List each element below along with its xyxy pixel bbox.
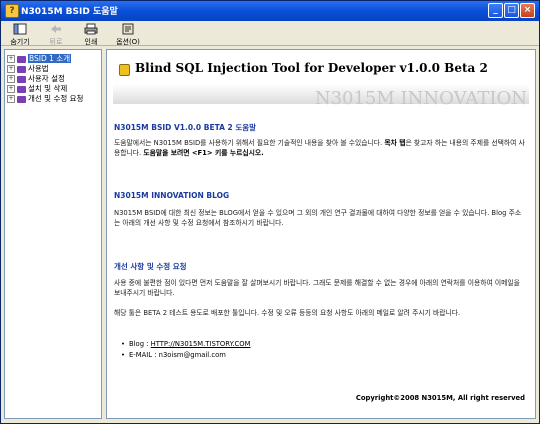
page-title: Blind SQL Injection Tool for Developer v… [135,61,488,75]
banner-watermark: N3015M INNOVATION [314,88,527,109]
window-title: N3015M BSID 도움말 [21,7,118,17]
section-requests-body-1: 사용 중에 불편한 점이 있다면 먼저 도움말을 잘 살펴보시기 바랍니다. 그… [114,279,520,297]
printer-icon [84,23,98,35]
help-text-bold-1: 목차 탭 [384,139,406,147]
help-window: ? N3015M BSID 도움말 _ □ × 숨기기 뒤로 인쇄 옵션(O) … [0,0,540,424]
content-pane: Blind SQL Injection Tool for Developer v… [106,49,536,419]
header-banner: Blind SQL Injection Tool for Developer v… [113,54,529,109]
expand-icon[interactable]: + [7,65,15,73]
back-arrow-icon [51,25,61,33]
options-icon [122,23,134,35]
expand-icon[interactable]: + [7,85,15,93]
book-icon [17,55,26,63]
expand-icon[interactable]: + [7,95,15,103]
options-button[interactable]: 옵션(O) [114,23,142,46]
back-button[interactable]: 뒤로 [45,23,67,46]
expand-icon[interactable]: + [7,55,15,63]
maximize-button[interactable]: □ [504,3,519,18]
print-label: 인쇄 [84,38,98,46]
blog-link[interactable]: HTTP://N3015M.TISTORY.COM [151,340,251,348]
section-title-requests: 개선 사항 및 수정 요청 [114,262,187,271]
tree-item-settings[interactable]: + 사용자 설정 [7,74,101,84]
blog-label: Blog : [129,340,151,348]
help-text-1: 도움말에서는 N3015M BSID를 사용하기 위해서 필요한 기술적인 내용… [114,139,385,147]
toolbar: 숨기기 뒤로 인쇄 옵션(O) [1,21,539,46]
copyright-text: Copyright©2008 N3015M, All right reserve… [355,394,525,402]
print-button[interactable]: 인쇄 [80,23,102,46]
book-icon [17,75,26,83]
contents-tree-pane: + BSID 1 소개 + 사용법 + 사용자 설정 + 설치 및 삭제 + 개선 및 수… [4,49,102,419]
title-bar: ? N3015M BSID 도움말 _ □ × [1,1,539,21]
book-icon [17,95,26,103]
options-label: 옵션(O) [116,38,140,46]
section-help-body: 도움말에서는 N3015M BSID를 사용하기 위해서 필요한 기술적인 내용… [114,138,526,158]
book-icon [17,85,26,93]
back-label: 뒤로 [49,38,63,46]
hide-pane-icon [13,23,27,35]
close-button[interactable]: × [520,3,535,18]
tree-item-intro[interactable]: + BSID 1 소개 [7,54,101,64]
help-text-bold-2: 도움말을 보려면 <F1> 키를 누르십시오. [143,149,264,157]
email-value: n3oism@gmail.com [158,351,226,359]
help-app-icon: ? [5,4,19,18]
section-title-help: N3015M BSID V1.0.0 BETA 2 도움말 [114,123,257,132]
section-blog-body: N3015M BSID에 대한 최신 정보는 BLOG에서 얻을 수 있으며 그… [114,209,522,227]
section-requests-body-2: 해당 툴은 BETA 2 테스트 용도로 배포한 툴입니다. 수정 및 오류 등… [114,309,461,317]
lock-icon [119,64,130,76]
hide-label: 숨기기 [10,38,30,46]
tree-item-usage[interactable]: + 사용법 [7,64,101,74]
email-list-item: E-MAIL : n3oism@gmail.com [121,350,226,360]
hide-button[interactable]: 숨기기 [9,23,31,46]
minimize-button[interactable]: _ [488,3,503,18]
section-title-blog: N3015M INNOVATION BLOG [114,191,230,200]
tree-item-install[interactable]: + 설치 및 삭제 [7,84,101,94]
expand-icon[interactable]: + [7,75,15,83]
blog-list-item: Blog : HTTP://N3015M.TISTORY.COM [121,339,251,349]
book-icon [17,65,26,73]
tree-item-requests[interactable]: + 개선 및 수정 요청 [7,94,101,104]
email-label: E-MAIL : [129,351,159,359]
